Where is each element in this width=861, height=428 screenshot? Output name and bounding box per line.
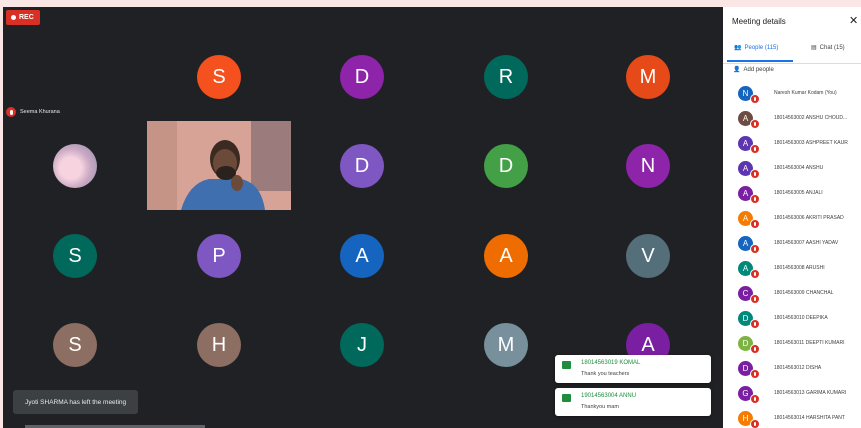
participant-name: 18014563009 CHANCHAL <box>774 290 834 296</box>
participant-row[interactable]: D 18014563011 DEEPTI KUMARI <box>723 333 861 358</box>
meeting-details-panel: Meeting details ✕ 👥 People (115) ▤ Chat … <box>723 7 861 428</box>
recording-badge: REC <box>6 10 40 25</box>
participant-name: 18014563005 ANJALI <box>774 190 823 196</box>
chat-message-popup[interactable]: 19014563004 ANNU Thankyou mam <box>555 388 711 416</box>
chat-icon: ▤ <box>811 45 817 51</box>
participant-row[interactable]: A 18014563008 ARUSHI <box>723 258 861 283</box>
webcam-person-image <box>147 121 291 210</box>
mic-off-icon <box>750 169 760 179</box>
participant-name: 18014563003 ASHPREET KAUR <box>774 140 848 146</box>
mic-off-icon <box>750 119 760 129</box>
participant-row[interactable]: C 18014563009 CHANCHAL <box>723 283 861 308</box>
participant-photo-avatar[interactable] <box>53 144 97 188</box>
chat-message: Thank you teachers <box>581 371 630 377</box>
toast-text: Jyoti SHARMA has left the meeting <box>25 398 127 406</box>
chat-message: Thankyou mam <box>581 404 619 410</box>
mic-off-icon <box>750 394 760 404</box>
participant-avatar[interactable]: S <box>53 323 97 367</box>
presenter-label: Seema Khurana <box>6 107 60 117</box>
mic-off-icon <box>6 107 16 117</box>
presenter-name: Seema Khurana <box>20 109 60 115</box>
left-meeting-toast: Jyoti SHARMA has left the meeting <box>13 390 139 414</box>
tab-people-label: People (115) <box>744 44 779 51</box>
people-list: N Naresh Kumar Kodam (You) A 18014563002 AN… <box>723 83 861 428</box>
participant-name: 18014563007 AASHI YADAV <box>774 240 839 246</box>
participant-avatar[interactable]: S <box>197 55 241 99</box>
active-tab-indicator <box>727 60 793 62</box>
participant-avatar[interactable]: D <box>484 144 528 188</box>
participant-avatar[interactable]: A <box>484 234 528 278</box>
participant-row[interactable]: A 18014563006 AKRITI PRASAD <box>723 208 861 233</box>
participant-avatar[interactable]: D <box>340 144 384 188</box>
tab-people[interactable]: 👥 People (115) <box>734 44 779 52</box>
participant-avatar[interactable]: M <box>484 323 528 367</box>
participant-avatar[interactable]: M <box>626 55 670 99</box>
participant-avatar[interactable]: A <box>340 234 384 278</box>
panel-title: Meeting details <box>732 17 786 26</box>
participant-avatar[interactable]: H <box>197 323 241 367</box>
chat-sender: 19014563004 ANNU <box>581 393 637 399</box>
close-icon[interactable]: ✕ <box>849 14 858 27</box>
mic-off-icon <box>750 269 760 279</box>
mic-off-icon <box>750 94 760 104</box>
participant-row[interactable]: A 18014563007 AASHI YADAV <box>723 233 861 258</box>
participant-avatar[interactable]: R <box>484 55 528 99</box>
panel-tabs: 👥 People (115) ▤ Chat (15) <box>723 37 861 64</box>
participant-name: 18014563010 DEEPIKA <box>774 315 828 321</box>
participant-name: 18014563008 ARUSHI <box>774 265 825 271</box>
participant-name: 18014563012 DISHA <box>774 365 822 371</box>
participant-avatar[interactable]: P <box>197 234 241 278</box>
participant-avatar[interactable]: V <box>626 234 670 278</box>
people-icon: 👥 <box>734 45 742 51</box>
chat-sender: 18014563019 KOMAL <box>581 360 641 366</box>
participant-avatar[interactable]: J <box>340 323 384 367</box>
record-dot-icon <box>11 15 16 20</box>
participant-row[interactable]: H 18014563014 HARSHITA PANT <box>723 408 861 428</box>
add-person-icon: 👤 <box>733 67 741 73</box>
participant-row[interactable]: A 18014563004 ANSHU <box>723 158 861 183</box>
participant-row[interactable]: N Naresh Kumar Kodam (You) <box>723 83 861 108</box>
tab-chat[interactable]: ▤ Chat (15) <box>811 44 845 52</box>
meet-window: REC Seema Khurana S D R M D D N S P A A … <box>3 7 861 428</box>
participant-avatar[interactable]: D <box>340 55 384 99</box>
mic-off-icon <box>750 294 760 304</box>
mic-off-icon <box>750 244 760 254</box>
participant-row[interactable]: A 18014563003 ASHPREET KAUR <box>723 133 861 158</box>
mic-off-icon <box>750 319 760 329</box>
tab-chat-label: Chat (15) <box>819 44 845 51</box>
participant-row[interactable]: D 18014563010 DEEPIKA <box>723 308 861 333</box>
chat-message-popup[interactable]: 18014563019 KOMAL Thank you teachers <box>555 355 711 383</box>
participant-avatar[interactable]: S <box>53 234 97 278</box>
participant-name: 18014563011 DEEPTI KUMARI <box>774 340 845 346</box>
participant-row[interactable]: A 18014563002 ANSHU CHOUD... <box>723 108 861 133</box>
presenter-video[interactable] <box>147 121 291 210</box>
participant-name: 18014563004 ANSHU <box>774 165 824 171</box>
rec-label: REC <box>19 14 34 21</box>
participant-avatar[interactable]: N <box>626 144 670 188</box>
participant-row[interactable]: G 18014563013 GARIMA KUMARI <box>723 383 861 408</box>
participant-row[interactable]: A 18014563005 ANJALI <box>723 183 861 208</box>
mic-off-icon <box>750 144 760 154</box>
participant-name: Naresh Kumar Kodam (You) <box>774 90 837 96</box>
participant-name: 18014563014 HARSHITA PANT <box>774 415 845 421</box>
chat-bubble-icon <box>562 394 571 402</box>
video-grid: REC Seema Khurana S D R M D D N S P A A … <box>3 7 723 428</box>
chat-bubble-icon <box>562 361 571 369</box>
participant-name: 18014563006 AKRITI PRASAD <box>774 215 844 221</box>
participant-name: 18014563002 ANSHU CHOUD... <box>774 115 848 121</box>
mic-off-icon <box>750 219 760 229</box>
mic-off-icon <box>750 419 760 428</box>
mic-off-icon <box>750 369 760 379</box>
add-people-button[interactable]: 👤 Add people <box>733 66 774 74</box>
participant-name: 18014563013 GARIMA KUMARI <box>774 390 847 396</box>
add-people-label: Add people <box>743 66 774 73</box>
mic-off-icon <box>750 344 760 354</box>
mic-off-icon <box>750 194 760 204</box>
participant-row[interactable]: D 18014563012 DISHA <box>723 358 861 383</box>
